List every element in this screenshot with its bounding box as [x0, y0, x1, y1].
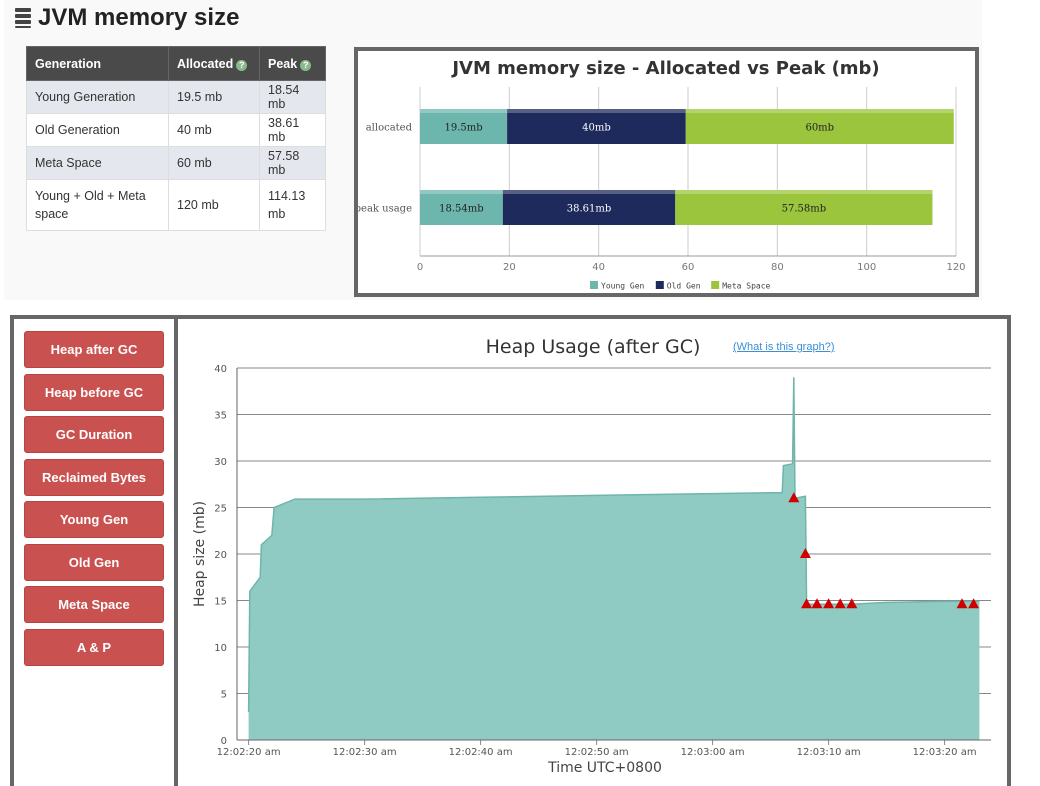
- x-tick-label: 12:02:20 am: [217, 747, 281, 758]
- data-label: 57.58mb: [782, 204, 827, 215]
- table-cell: 60 mb: [168, 146, 260, 180]
- col-header-allocated: Allocated?: [168, 46, 260, 81]
- table-cell: 40 mb: [168, 113, 260, 147]
- table-cell: Young Generation: [26, 80, 169, 114]
- gc-marker: [811, 598, 823, 609]
- y-axis-label: Heap size (mb): [192, 501, 208, 607]
- x-tick-label: 20: [503, 262, 516, 273]
- x-tick-label: 12:02:30 am: [333, 747, 397, 758]
- data-label: 19.5mb: [444, 123, 482, 134]
- jvm-memory-panel: JVM memory size Generation Allocated? Pe…: [4, 0, 982, 300]
- y-tick-label: 40: [214, 364, 227, 375]
- col-header-generation: Generation: [26, 46, 169, 81]
- y-tick-label: 10: [214, 643, 227, 654]
- bar-highlight: [420, 109, 508, 113]
- panel-divider: [174, 319, 178, 786]
- x-tick-label: 12:02:40 am: [449, 747, 513, 758]
- table-cell: Old Generation: [26, 113, 169, 147]
- y-tick-label: 0: [221, 736, 227, 747]
- old-gen-button[interactable]: Old Gen: [24, 544, 164, 581]
- a-and-p-button[interactable]: A & P: [24, 629, 164, 666]
- heap-usage-chart-area: Heap Usage (after GC) 0 5 10 15 20 25 30 35 40 12:…: [184, 327, 1004, 782]
- legend-label: Young Gen: [601, 282, 645, 291]
- graph-selector: Heap after GC Heap before GC GC Duration…: [14, 319, 178, 786]
- x-tick-label: 40: [592, 262, 605, 273]
- table-row: Old Generation 40 mb 38.61 mb: [26, 113, 326, 147]
- table-cell: 18.54 mb: [259, 80, 326, 114]
- x-tick-label: 12:03:20 am: [913, 747, 977, 758]
- x-tick-label: 12:03:00 am: [681, 747, 745, 758]
- legend-swatch: [655, 281, 664, 289]
- bar-highlight: [502, 190, 676, 194]
- legend-swatch: [590, 281, 598, 289]
- help-icon[interactable]: ?: [236, 59, 248, 71]
- y-tick-label: 35: [214, 411, 227, 422]
- table-cell: 114.13 mb: [259, 179, 326, 231]
- bar-highlight: [675, 190, 933, 194]
- memory-table: Generation Allocated? Peak? Young Genera…: [26, 46, 326, 231]
- y-tick-label: 20: [214, 550, 227, 561]
- x-tick-label: 80: [771, 262, 784, 273]
- bar-highlight: [420, 190, 503, 194]
- bar-highlight: [507, 109, 686, 113]
- col-header-peak: Peak?: [259, 46, 326, 81]
- chart-title: Heap Usage (after GC): [486, 336, 701, 358]
- table-row: Young + Old + Meta space 120 mb 114.13 m…: [26, 179, 326, 231]
- bar-highlight: [685, 109, 954, 113]
- y-tick-label: 15: [214, 597, 227, 608]
- chart-title: JVM memory size - Allocated vs Peak (mb): [450, 58, 879, 79]
- gc-marker: [823, 598, 835, 609]
- data-label: 18.54mb: [439, 204, 484, 215]
- y-tick-label: 25: [214, 504, 227, 515]
- help-icon[interactable]: ?: [300, 59, 312, 71]
- x-tick-label: 12:03:10 am: [797, 747, 861, 758]
- gc-marker: [834, 598, 846, 609]
- reclaimed-bytes-button[interactable]: Reclaimed Bytes: [24, 459, 164, 496]
- table-cell: 38.61 mb: [259, 113, 326, 147]
- table-cell: 19.5 mb: [168, 80, 260, 114]
- allocated-vs-peak-chart: JVM memory size - Allocated vs Peak (mb)…: [358, 58, 966, 291]
- table-row: Young Generation 19.5 mb 18.54 mb: [26, 80, 326, 114]
- heap-after-gc-button[interactable]: Heap after GC: [24, 331, 164, 368]
- page-title-text: JVM memory size: [38, 4, 240, 31]
- table-cell: Young + Old + Meta space: [26, 179, 169, 231]
- gc-graphs-panel: Heap after GC Heap before GC GC Duration…: [10, 315, 1011, 786]
- gc-duration-button[interactable]: GC Duration: [24, 416, 164, 453]
- data-label: 38.61mb: [567, 204, 612, 215]
- table-cell: 120 mb: [168, 179, 260, 231]
- x-tick-label: 12:02:50 am: [565, 747, 629, 758]
- heap-before-gc-button[interactable]: Heap before GC: [24, 374, 164, 411]
- y-tick-label: 5: [221, 690, 227, 701]
- category-label: allocated: [366, 123, 413, 134]
- legend-swatch: [711, 281, 720, 289]
- y-tick-label: 30: [214, 457, 227, 468]
- heap-usage-chart: Heap Usage (after GC) 0 5 10 15 20 25 30 35 40 12:…: [192, 336, 991, 776]
- table-row: Meta Space 60 mb 57.58 mb: [26, 146, 326, 180]
- legend-label: Old Gen: [667, 282, 701, 291]
- heap-area-fill: [248, 377, 980, 740]
- table-cell: 57.58 mb: [259, 146, 326, 180]
- x-tick-label: 100: [857, 262, 876, 273]
- x-axis-label: Time UTC+0800: [547, 760, 662, 776]
- data-label: 40mb: [582, 123, 611, 134]
- allocated-vs-peak-chart-frame: JVM memory size - Allocated vs Peak (mb)…: [354, 47, 979, 297]
- meta-space-button[interactable]: Meta Space: [24, 586, 164, 623]
- gc-marker: [846, 598, 858, 609]
- page-title: JVM memory size: [14, 4, 239, 32]
- young-gen-button[interactable]: Young Gen: [24, 501, 164, 538]
- x-tick-label: 60: [682, 262, 695, 273]
- data-label: 60mb: [805, 123, 834, 134]
- legend-label: Meta Space: [722, 282, 770, 291]
- category-label: peak usage: [358, 204, 412, 215]
- what-is-this-graph-link[interactable]: (What is this graph?): [733, 341, 834, 353]
- x-tick-label: 120: [946, 262, 965, 273]
- database-icon: [15, 8, 31, 28]
- table-cell: Meta Space: [26, 146, 169, 180]
- x-tick-label: 0: [417, 262, 423, 273]
